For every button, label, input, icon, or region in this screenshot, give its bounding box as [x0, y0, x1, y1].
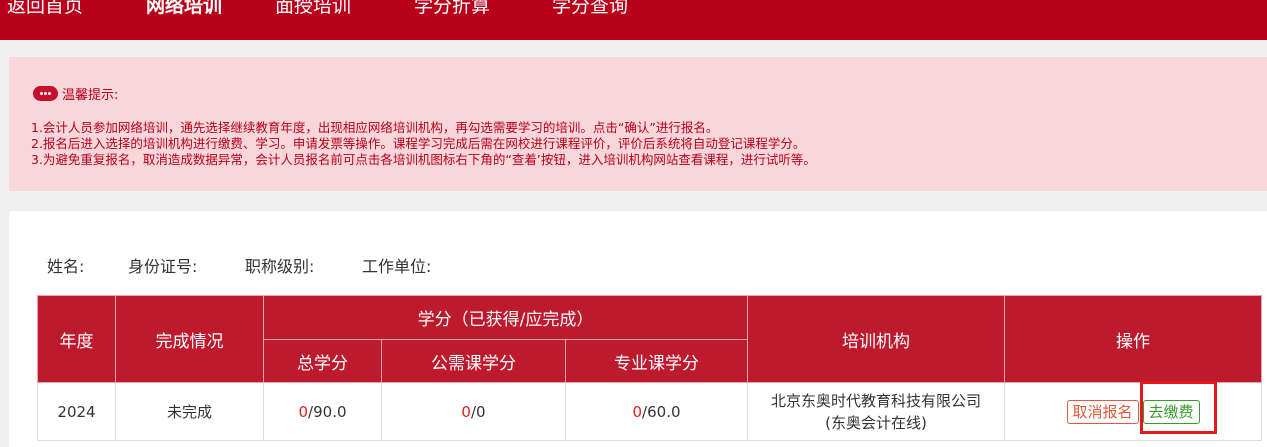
- name-label: 姓名:: [47, 257, 85, 276]
- chat-bubble-icon: [33, 85, 58, 101]
- cancel-registration-button[interactable]: 取消报名: [1066, 399, 1139, 424]
- notice-panel: 温馨提示: 1.会计人员参加网络培训，通先选择继续教育年度，出现相应网络培训机构…: [9, 57, 1267, 191]
- col-status: 完成情况: [115, 295, 264, 383]
- institution-name[interactable]: 北京东奥时代教育科技有限公司: [748, 390, 1004, 412]
- id-number-label: 身份证号:: [128, 257, 198, 276]
- table-row: 2024 未完成 0/90.0 0/0 0/60.0 北京东奥时代教育科技有限公…: [37, 382, 1263, 441]
- status-cell: 未完成: [115, 382, 264, 441]
- notice-title: 温馨提示:: [62, 87, 119, 103]
- nav-offline-training[interactable]: 面授培训: [275, 0, 351, 21]
- actions-cell: 取消报名 去缴费: [1004, 382, 1263, 441]
- nav-credit-conversion[interactable]: 学分折算: [414, 0, 490, 21]
- nav-online-training[interactable]: 网络培训: [146, 0, 222, 21]
- col-public-credits: 公需课学分: [381, 339, 566, 383]
- col-institution: 培训机构: [747, 295, 1006, 383]
- top-navigation: 返回首页 网络培训 面授培训 学分折算 学分查询: [0, 0, 1267, 40]
- institution-alias: (东奥会计在线): [825, 413, 927, 432]
- pay-button[interactable]: 去缴费: [1142, 399, 1200, 424]
- nav-credit-query[interactable]: 学分查询: [552, 0, 628, 21]
- public-earned: 0: [461, 402, 471, 421]
- notice-line-1: 1.会计人员参加网络培训，通先选择继续教育年度，出现相应网络培训机构，再勾选需要…: [31, 120, 719, 135]
- nav-home[interactable]: 返回首页: [7, 0, 83, 21]
- work-unit-label: 工作单位:: [362, 257, 432, 276]
- professional-required: /60.0: [642, 402, 681, 421]
- professional-credits-cell: 0/60.0: [564, 382, 749, 441]
- col-actions: 操作: [1004, 295, 1263, 383]
- notice-header: 温馨提示:: [33, 84, 119, 103]
- notice-line-3: 3.为避免重复报名，取消造成数据异常，会计人员报名前可点击各培训机图标右下角的“…: [31, 152, 816, 167]
- notice-line-2: 2.报名后进入选择的培训机构进行缴费、学习。申请发票等操作。课程学习完成后需在网…: [31, 136, 806, 151]
- total-credits-cell: 0/90.0: [263, 382, 382, 441]
- year-cell: 2024: [37, 382, 116, 441]
- col-professional-credits: 专业课学分: [564, 339, 749, 383]
- table-header-row: 年度 完成情况 学分（已获得/应完成） 培训机构 操作: [37, 295, 1263, 383]
- col-credits-group: 学分（已获得/应完成）: [262, 295, 749, 340]
- professional-earned: 0: [632, 402, 643, 421]
- col-total-credits: 总学分: [263, 339, 382, 383]
- col-year: 年度: [37, 295, 116, 383]
- title-level-label: 职称级别:: [245, 257, 315, 276]
- public-required: /0: [470, 402, 486, 421]
- public-credits-cell: 0/0: [381, 382, 566, 441]
- total-required: /90.0: [308, 402, 347, 421]
- institution-cell: 北京东奥时代教育科技有限公司 (东奥会计在线): [747, 382, 1006, 441]
- total-earned: 0: [298, 402, 309, 421]
- training-table: 年度 完成情况 学分（已获得/应完成） 培训机构 操作 总学分 公需课学分 专业…: [37, 295, 1263, 441]
